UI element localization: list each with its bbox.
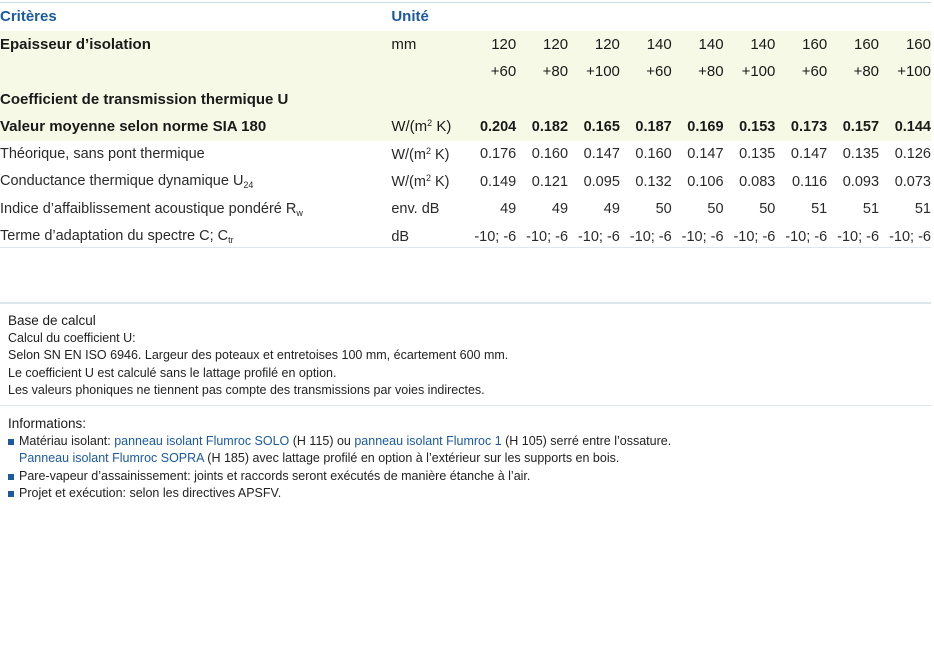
row-label: Valeur moyenne selon norme SIA 180 <box>0 113 392 141</box>
row-label: Epaisseur d’isolation <box>0 30 392 58</box>
cell: 0.182 <box>516 113 569 141</box>
cell: 120 <box>464 30 517 58</box>
basis-line: Le coefficient U est calculé sans le lat… <box>8 365 337 380</box>
cell: 160 <box>879 30 931 58</box>
cell: 0.147 <box>687 146 724 163</box>
info-bullet-project: Projet et exécution: selon les directive… <box>8 485 928 503</box>
cell: +60 <box>619 58 672 86</box>
cell: 0.083 <box>739 173 776 190</box>
cell: 0.132 <box>635 173 672 190</box>
row-label: Conductance thermique dynamique U24 <box>0 173 254 191</box>
cell: 0.095 <box>583 173 620 190</box>
link-flumroc-1[interactable]: panneau isolant Flumroc 1 <box>354 434 501 448</box>
table-row-coef-title: Coefficient de transmission thermique U <box>0 85 931 113</box>
table-row-dynamic: Conductance thermique dynamique U24 W/(m… <box>0 168 931 196</box>
cell: 0.093 <box>842 173 880 190</box>
cell: 0.126 <box>894 146 931 163</box>
header-criteria: Critères <box>0 3 392 31</box>
row-unit: W/(m2 K) <box>391 113 465 141</box>
bullet-square-icon <box>8 491 14 497</box>
cell: 0.153 <box>723 113 776 141</box>
bullet-square-icon <box>8 473 14 480</box>
cell: 0.147 <box>583 146 620 163</box>
table-row-mean: Valeur moyenne selon norme SIA 180 W/(m2… <box>0 113 931 141</box>
cell: 50 <box>707 201 724 218</box>
row-unit: W/(m2 K) <box>391 173 450 191</box>
cell: 50 <box>759 201 776 218</box>
cell: 50 <box>655 201 672 218</box>
calculation-basis-title: Base de calcul <box>8 313 96 328</box>
cell: 51 <box>914 201 931 218</box>
basis-line: Les valeurs phoniques ne tiennent pas co… <box>8 383 485 397</box>
cell: +100 <box>723 58 776 86</box>
cell: 140 <box>723 30 776 58</box>
table-row-thickness: Epaisseur d’isolation mm 120 120 120 140… <box>0 30 931 58</box>
cell: 0.121 <box>531 173 569 190</box>
cell: 0.073 <box>894 173 931 190</box>
cell: +60 <box>775 58 828 86</box>
cell: +80 <box>671 58 724 86</box>
cell: 51 <box>862 201 880 218</box>
info-bullet-material: Matériau isolant: panneau isolant Flumro… <box>8 433 928 468</box>
cell: 0.116 <box>791 173 828 190</box>
cell: 160 <box>775 30 828 58</box>
calculation-basis: Base de calcul Calcul du coefficient U: … <box>8 312 928 400</box>
cell: 140 <box>619 30 672 58</box>
cell: 120 <box>568 30 620 58</box>
section-divider <box>0 302 931 304</box>
table-row-theoretical: Théorique, sans pont thermique W/(m2 K) … <box>0 141 931 169</box>
cell: +100 <box>568 58 620 86</box>
info-bullet-vapour: Pare-vapeur d’assainissement: joints et … <box>8 468 928 486</box>
cell: 140 <box>671 30 724 58</box>
cell: 49 <box>603 201 620 218</box>
information-title: Informations: <box>8 416 87 431</box>
link-flumroc-sopra[interactable]: Panneau isolant Flumroc SOPRA <box>19 451 204 465</box>
table-header-row: Critères Unité <box>0 3 931 31</box>
cell: 51 <box>811 201 828 218</box>
cell: 0.135 <box>842 146 880 163</box>
bullet-square-icon <box>8 438 14 445</box>
table-row-thickness-added: +60 +80 +100 +60 +80 +100 +60 +80 +100 <box>0 58 931 86</box>
cell: 0.160 <box>531 146 569 163</box>
information-section: Informations: Matériau isolant: panneau … <box>8 415 928 503</box>
row-label: Théorique, sans pont thermique <box>0 146 205 163</box>
cell: 0.106 <box>687 173 724 190</box>
cell: 0.147 <box>790 146 828 163</box>
cell: +60 <box>464 58 517 86</box>
row-unit: W/(m2 K) <box>391 145 450 163</box>
link-flumroc-solo[interactable]: panneau isolant Flumroc SOLO <box>114 434 289 448</box>
insulation-spec-table: Critères Unité Epaisseur d’isolation mm … <box>0 3 931 251</box>
cell: 0.176 <box>479 146 517 163</box>
basis-line: Selon SN EN ISO 6946. Largeur des poteau… <box>8 348 509 362</box>
cell: 0.173 <box>775 113 828 141</box>
cell: 0.144 <box>879 113 931 141</box>
cell: +80 <box>827 58 880 86</box>
cell: 49 <box>500 201 517 218</box>
header-unit: Unité <box>391 3 465 31</box>
row-unit: mm <box>391 30 465 58</box>
table-end-rule <box>0 247 931 248</box>
cell: 0.187 <box>619 113 672 141</box>
cell: +100 <box>879 58 931 86</box>
section-divider <box>0 405 931 406</box>
cell: 160 <box>827 30 880 58</box>
cell: 49 <box>551 201 569 218</box>
cell: 0.149 <box>479 173 517 190</box>
row-label: Indice d’affaiblissement acoustique pond… <box>0 200 303 218</box>
table-row-acoustic: Indice d’affaiblissement acoustique pond… <box>0 196 931 224</box>
cell: 0.135 <box>739 146 776 163</box>
cell: 0.204 <box>464 113 517 141</box>
basis-line: Calcul du coefficient U: <box>8 330 136 345</box>
row-label: Coefficient de transmission thermique U <box>0 85 931 113</box>
cell: 0.169 <box>671 113 724 141</box>
cell: +80 <box>516 58 569 86</box>
row-unit: env. dB <box>391 201 440 218</box>
cell: 0.165 <box>568 113 620 141</box>
cell: 0.160 <box>635 146 672 163</box>
cell: 0.157 <box>827 113 880 141</box>
cell: 120 <box>516 30 569 58</box>
